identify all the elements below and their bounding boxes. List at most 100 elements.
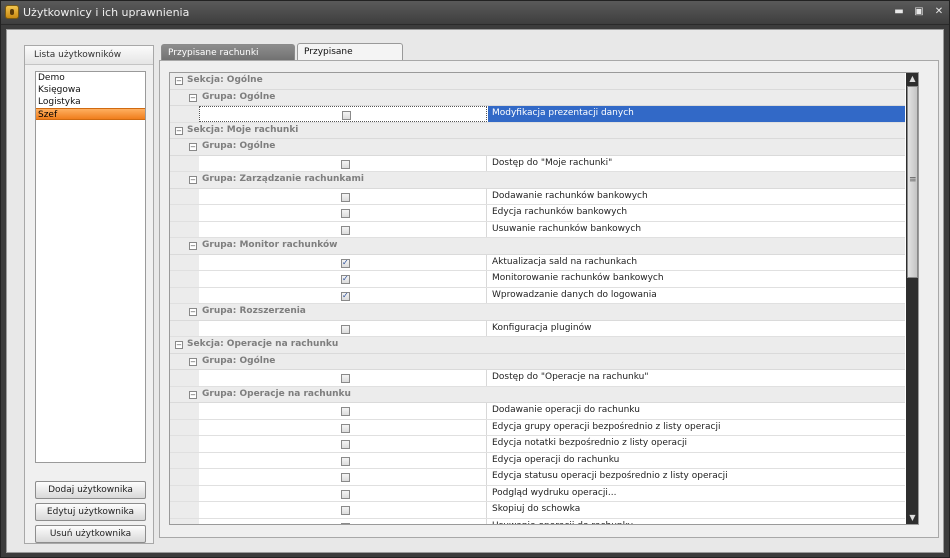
permission-label: Dostęp do "Operacje na rachunku" [492,372,649,382]
permission-checkbox[interactable] [341,440,350,449]
check-cell[interactable] [199,403,487,419]
group-header-row[interactable]: − Grupa: Rozszerzenia [170,304,905,321]
permission-checkbox[interactable] [341,209,350,218]
permission-row[interactable]: Konfiguracja pluginów [170,320,905,337]
permission-row[interactable]: Aktualizacja sald na rachunkach [170,254,905,271]
add-user-button[interactable]: Dodaj użytkownika [35,481,146,499]
permission-row[interactable]: Edycja rachunków bankowych [170,205,905,222]
permission-checkbox[interactable] [341,258,350,268]
group-header-row[interactable]: − Grupa: Ogólne [170,139,905,156]
permission-row[interactable]: Dostęp do "Moje rachunki" [170,155,905,172]
check-cell[interactable] [199,452,487,468]
collapse-icon[interactable]: − [189,176,197,184]
check-cell[interactable] [199,271,487,287]
check-cell[interactable] [199,436,487,452]
permission-row[interactable]: Usuwanie rachunków bankowych [170,221,905,238]
permission-checkbox[interactable] [341,291,350,301]
permission-checkbox[interactable] [341,225,350,235]
vertical-scrollbar[interactable]: ▲ ▼ [906,73,918,524]
permission-row[interactable]: Edycja notatki bezpośrednio z listy oper… [170,436,905,453]
check-cell[interactable] [199,205,487,221]
permission-label: Dodawanie operacji do rachunku [492,405,640,415]
collapse-icon[interactable]: − [189,390,197,399]
permission-checkbox[interactable] [341,274,350,284]
user-list-item[interactable]: Księgowa [36,84,145,96]
permission-row[interactable]: Monitorowanie rachunków bankowych [170,271,905,288]
permission-row[interactable]: Usuwanie operacji do rachunku [170,518,905,524]
permission-checkbox[interactable] [341,159,350,169]
check-cell[interactable] [199,106,487,122]
delete-user-button[interactable]: Usuń użytkownika [35,525,146,543]
users-header: Lista użytkowników [25,46,153,65]
close-icon[interactable]: ✕ [931,5,947,19]
permission-checkbox[interactable] [341,407,350,416]
collapse-icon[interactable]: − [189,93,197,102]
group-label: Grupa: Rozszerzenia [202,306,306,316]
check-cell[interactable] [199,287,487,303]
collapse-icon[interactable]: − [189,242,197,250]
check-cell[interactable] [199,485,487,501]
permission-row[interactable]: Edycja operacji do rachunku [170,452,905,469]
scroll-thumb[interactable] [907,86,918,278]
permission-checkbox[interactable] [342,111,351,120]
row-indent [184,502,199,518]
check-cell[interactable] [199,221,487,237]
permission-checkbox[interactable] [341,456,350,466]
scroll-down-icon[interactable]: ▼ [906,512,918,524]
permission-row[interactable]: Modyfikacja prezentacji danych [170,106,905,123]
permission-row[interactable]: Dodawanie operacji do rachunku [170,403,905,420]
app-icon [5,5,19,19]
check-cell[interactable] [199,502,487,518]
check-cell[interactable] [199,188,487,204]
permission-checkbox[interactable] [341,489,350,499]
edit-user-button[interactable]: Edytuj użytkownika [35,503,146,521]
group-header-row[interactable]: − Grupa: Ogólne [170,89,905,106]
permission-row[interactable]: Edycja statusu operacji bezpośrednio z l… [170,469,905,486]
check-cell[interactable] [199,320,487,336]
check-cell[interactable] [199,254,487,270]
collapse-icon[interactable]: − [175,126,183,135]
section-header-row[interactable]: − Sekcja: Moje rachunki [170,122,905,139]
permission-row[interactable]: Wprowadzanie danych do logowania [170,287,905,304]
check-cell[interactable] [199,469,487,485]
row-indent [184,188,199,204]
permission-checkbox[interactable] [341,473,350,482]
collapse-icon[interactable]: − [175,341,183,349]
group-header-row[interactable]: − Grupa: Monitor rachunków [170,238,905,255]
permission-checkbox[interactable] [341,423,350,433]
permission-checkbox[interactable] [341,374,350,383]
group-header-row[interactable]: − Grupa: Zarządzanie rachunkami [170,172,905,189]
check-cell[interactable] [199,370,487,386]
permission-checkbox[interactable] [341,506,350,515]
section-header-row[interactable]: − Sekcja: Ogólne [170,73,905,90]
permission-label: Skopiuj do schowka [492,504,581,514]
permission-row[interactable]: Edycja grupy operacji bezpośrednio z lis… [170,419,905,436]
row-indent [170,502,184,518]
row-indent [184,452,199,468]
check-cell[interactable] [199,419,487,435]
permission-row[interactable]: Podgląd wydruku operacji... [170,485,905,502]
group-header-row[interactable]: − Grupa: Ogólne [170,353,905,370]
permission-row[interactable]: Dodawanie rachunków bankowych [170,188,905,205]
permission-checkbox[interactable] [341,324,350,334]
permissions-panel: Usuwanie operacji do rachunku Skopiuj do … [159,60,939,538]
user-list-item[interactable]: Demo [36,72,145,84]
permission-row[interactable]: Skopiuj do schowka [170,502,905,519]
minimize-icon[interactable]: ▬ [891,5,907,19]
collapse-icon[interactable]: − [189,357,197,366]
maximize-icon[interactable]: ▣ [911,5,927,19]
group-header-row[interactable]: − Grupa: Operacje na rachunku [170,386,905,403]
user-list-item[interactable]: Szef [36,108,145,120]
user-list-item[interactable]: Logistyka [36,96,145,108]
scroll-up-icon[interactable]: ▲ [906,73,918,85]
check-cell[interactable] [199,155,487,171]
user-list[interactable]: Demo Księgowa Logistyka Szef [35,71,146,463]
section-header-row[interactable]: − Sekcja: Operacje na rachunku [170,337,905,354]
permission-row[interactable]: Dostęp do "Operacje na rachunku" [170,370,905,387]
collapse-icon[interactable]: − [175,77,183,85]
check-cell[interactable] [199,518,487,524]
permission-checkbox[interactable] [341,192,350,202]
collapse-icon[interactable]: − [189,308,197,316]
permission-checkbox[interactable] [341,522,350,524]
collapse-icon[interactable]: − [189,143,197,151]
